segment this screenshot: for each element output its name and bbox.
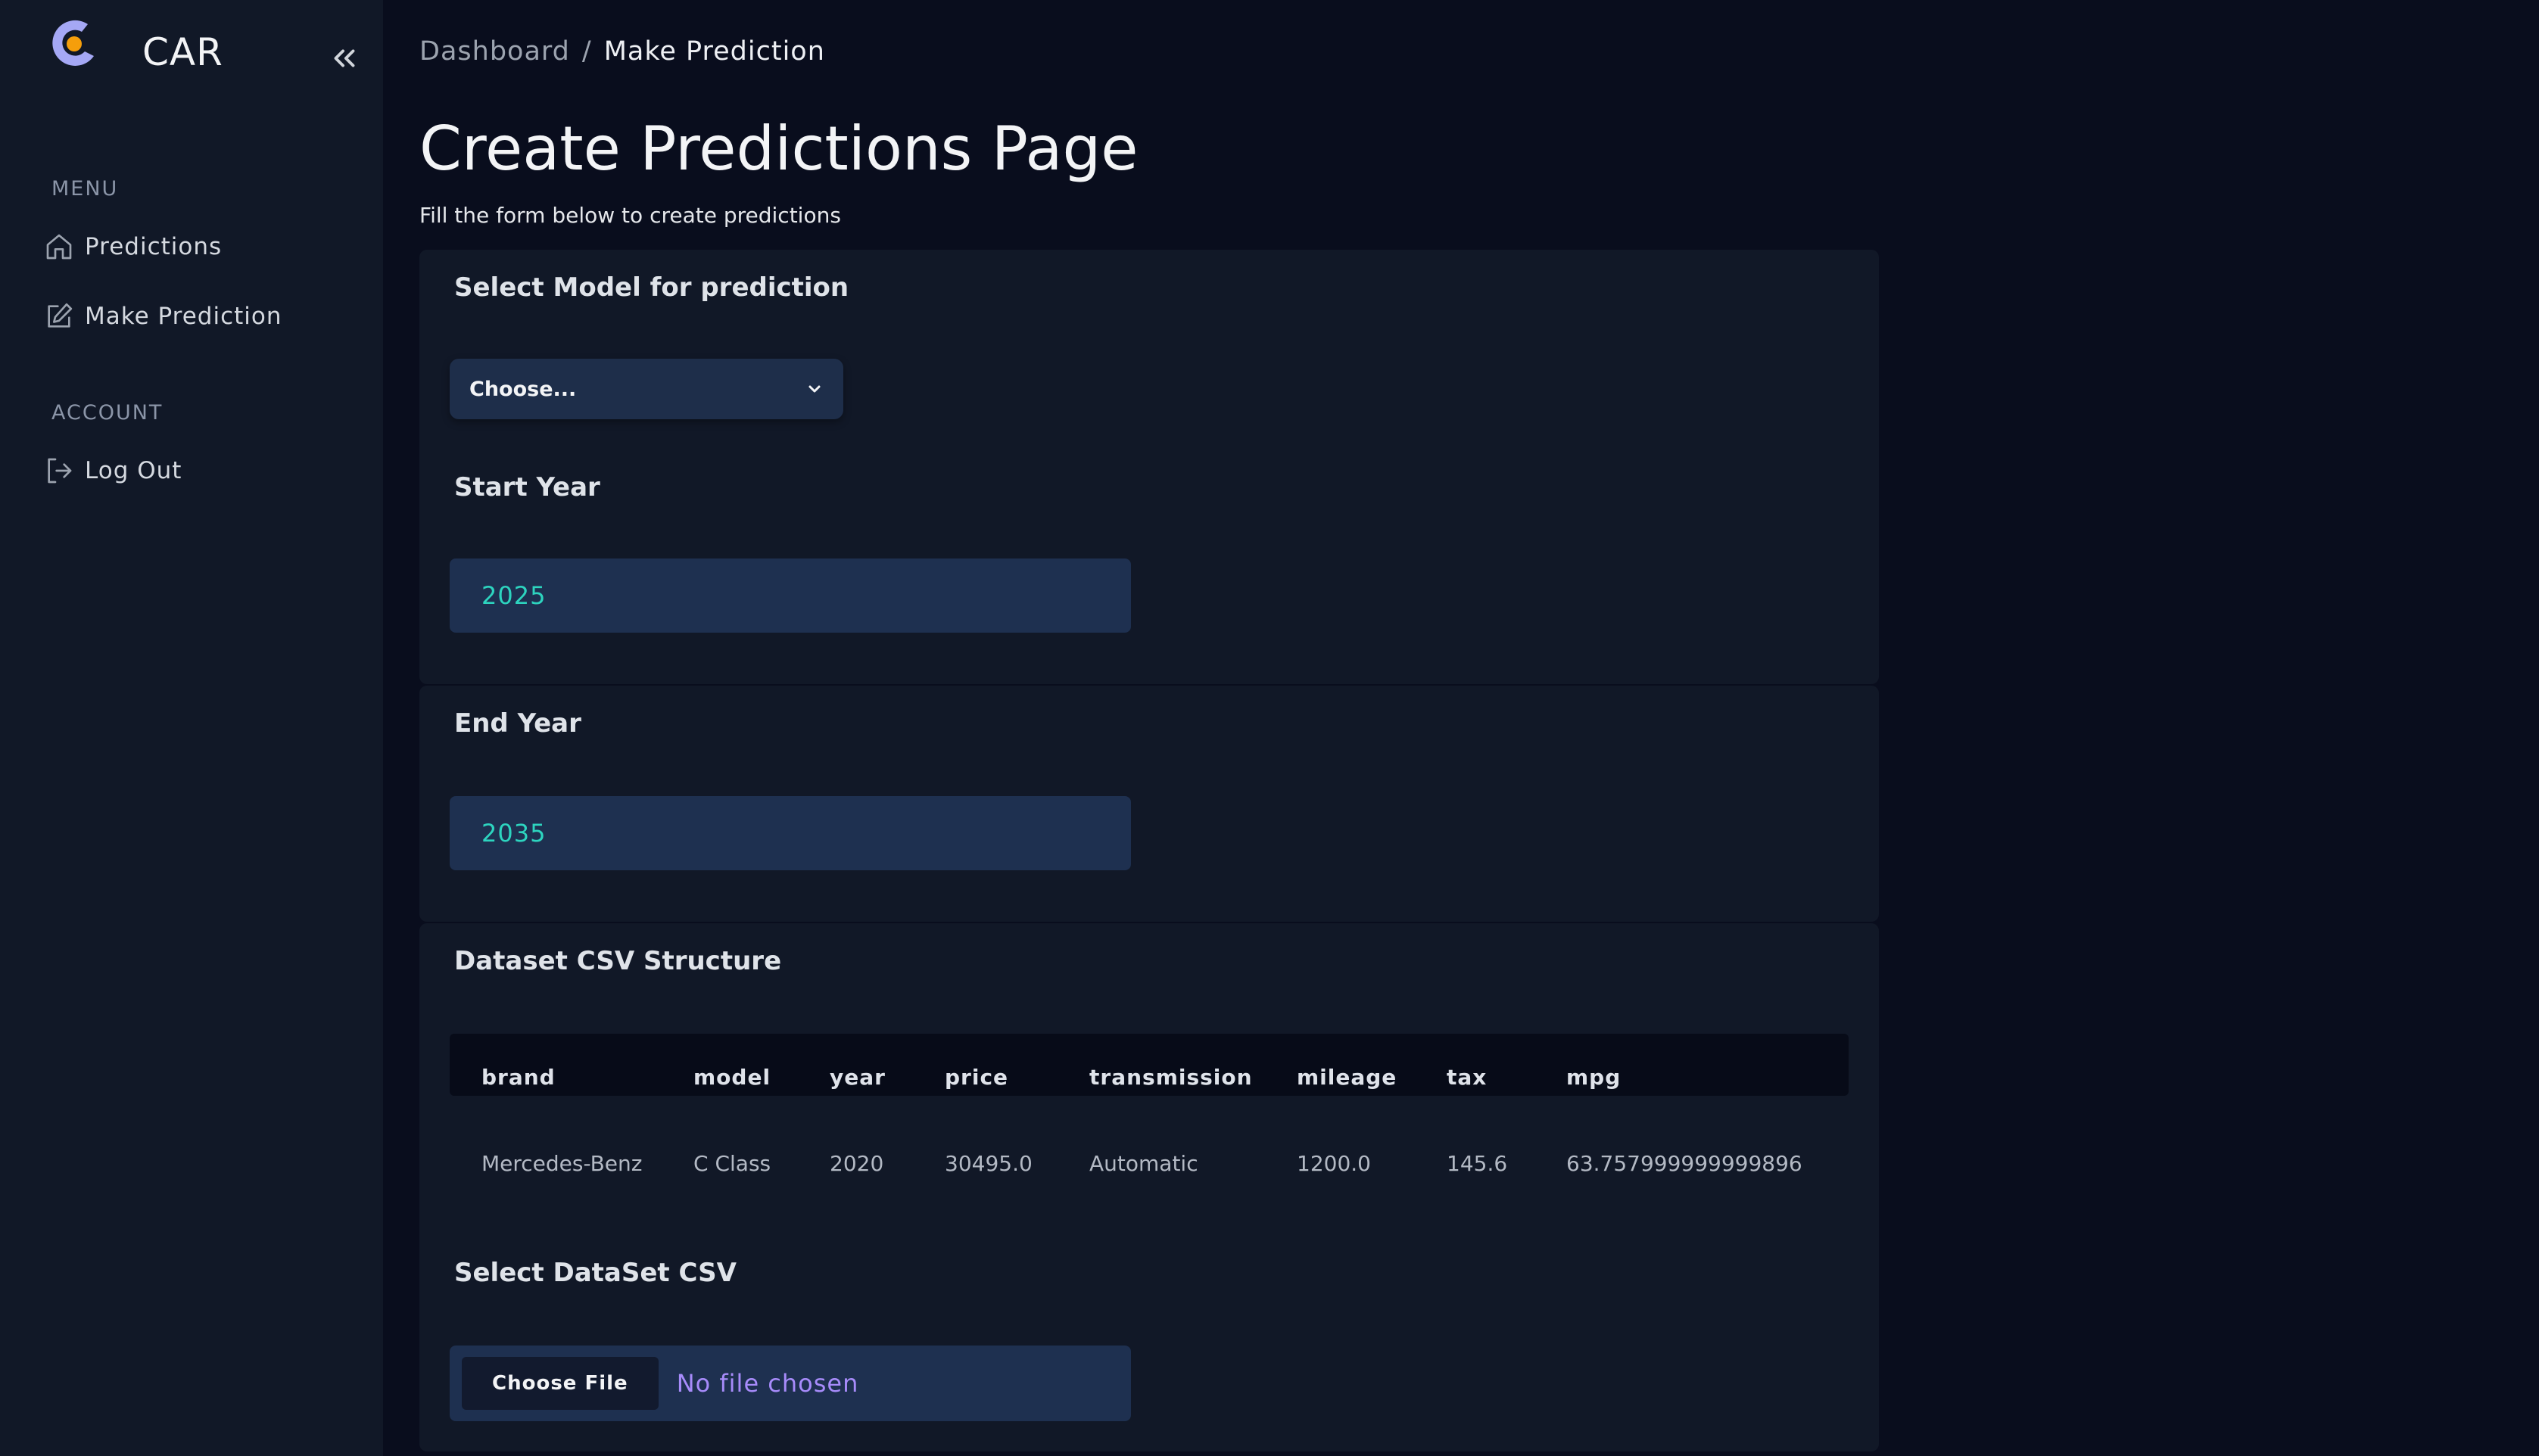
column-header: mileage (1297, 1065, 1397, 1090)
table-cell: 30495.0 (945, 1151, 1033, 1176)
table-header: brand model year price transmission mile… (450, 1034, 1849, 1096)
logout-icon (48, 458, 72, 484)
end-year-label: End Year (454, 708, 581, 739)
sidebar-item-log-out[interactable]: Log Out (44, 456, 182, 486)
table-cell: Mercedes-Benz (481, 1151, 643, 1176)
choose-file-button[interactable]: Choose File (462, 1357, 659, 1410)
table-cell: Automatic (1089, 1151, 1198, 1176)
car-logo-icon (52, 20, 94, 66)
brand[interactable]: CAR (50, 14, 223, 74)
table-cell: 63.757999999999896 (1566, 1151, 1802, 1176)
breadcrumb-dashboard-link[interactable]: Dashboard (419, 36, 570, 67)
model-select-label: Select Model for prediction (454, 272, 849, 303)
account-heading: ACCOUNT (51, 401, 164, 425)
home-icon (46, 234, 72, 260)
sidebar: CAR MENU Predictions Make Prediction ACC… (0, 0, 383, 1456)
main-content: Dashboard / Make Prediction Create Predi… (383, 0, 2539, 1456)
brand-name: CAR (142, 30, 223, 74)
end-year-input[interactable] (450, 796, 1131, 870)
sidebar-item-label: Make Prediction (85, 303, 282, 330)
dataset-structure-label: Dataset CSV Structure (454, 946, 782, 976)
model-select[interactable]: Choose... (450, 359, 843, 419)
breadcrumb-separator: / (581, 36, 592, 67)
breadcrumb-current: Make Prediction (603, 36, 825, 67)
column-header: brand (481, 1065, 556, 1090)
dataset-file-input[interactable]: Choose File No file chosen (450, 1346, 1131, 1421)
model-start-year-card: Select Model for prediction Choose... St… (419, 250, 1879, 684)
table-row: Mercedes-Benz C Class 2020 30495.0 Autom… (450, 1096, 1849, 1206)
sidebar-item-label: Predictions (85, 233, 223, 260)
edit-icon (48, 303, 73, 328)
dataset-card: Dataset CSV Structure brand model year p… (419, 923, 1879, 1451)
dataset-file-label: Select DataSet CSV (454, 1258, 737, 1288)
model-select-value: Choose... (469, 377, 577, 401)
start-year-label: Start Year (454, 472, 600, 502)
table-cell: 2020 (830, 1151, 884, 1176)
column-header: transmission (1089, 1065, 1253, 1090)
column-header: mpg (1566, 1065, 1622, 1090)
start-year-input[interactable] (450, 558, 1131, 633)
file-status: No file chosen (676, 1369, 859, 1398)
sidebar-item-predictions[interactable]: Predictions (44, 232, 222, 262)
table-cell: C Class (693, 1151, 771, 1176)
menu-heading: MENU (51, 177, 119, 201)
sidebar-item-label: Log Out (85, 457, 182, 484)
page-title: Create Predictions Page (419, 114, 1139, 184)
chevrons-left-icon[interactable] (327, 41, 362, 76)
end-year-card: End Year (419, 686, 1879, 922)
table-cell: 145.6 (1447, 1151, 1508, 1176)
column-header: tax (1447, 1065, 1488, 1090)
table-cell: 1200.0 (1297, 1151, 1371, 1176)
column-header: price (945, 1065, 1009, 1090)
column-header: model (693, 1065, 771, 1090)
sidebar-item-make-prediction[interactable]: Make Prediction (44, 301, 282, 331)
dataset-structure-table: brand model year price transmission mile… (450, 1034, 1849, 1206)
chevron-down-icon (808, 385, 821, 393)
column-header: year (830, 1065, 886, 1090)
app-root: CAR MENU Predictions Make Prediction ACC… (0, 0, 2539, 1456)
breadcrumb: Dashboard / Make Prediction (419, 36, 825, 67)
page-subtitle: Fill the form below to create prediction… (419, 203, 841, 228)
